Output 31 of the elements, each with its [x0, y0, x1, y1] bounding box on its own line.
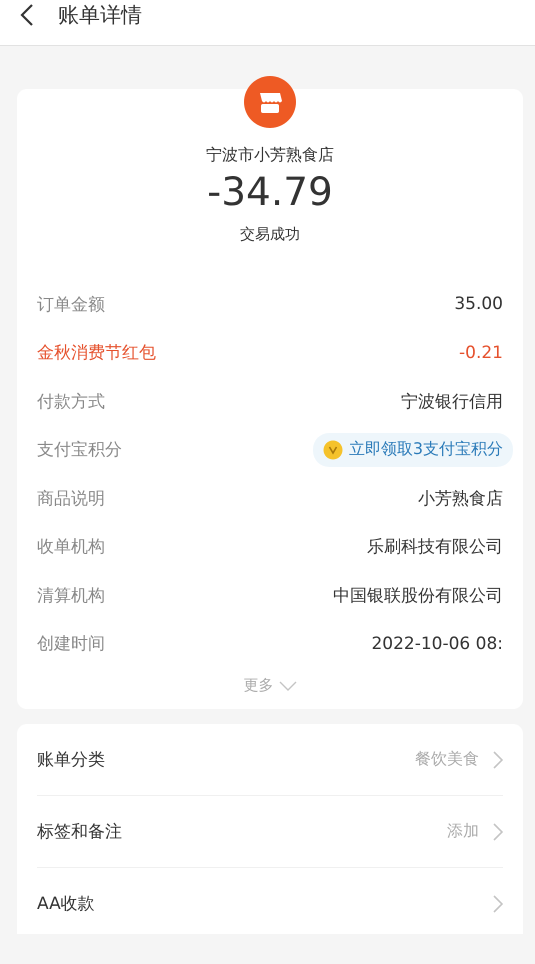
detail-label: 清算机构: [37, 584, 105, 607]
detail-label: 金秋消费节红包: [37, 342, 156, 364]
status-text: 交易成功: [240, 225, 300, 244]
chevron-right-icon: [493, 894, 503, 912]
page-title: 账单详情: [58, 2, 142, 28]
row-value: 餐饮美食: [415, 749, 479, 770]
detail-label: 订单金额: [37, 294, 105, 316]
detail-label: 支付宝积分: [37, 439, 122, 462]
settings-row[interactable]: 账单分类 餐饮美食: [37, 724, 503, 796]
detail-label: 收单机构: [37, 536, 105, 558]
detail-value: 35.00: [454, 294, 503, 314]
merchant-name: 宁波市小芳熟食店: [206, 145, 334, 166]
detail-value: 宁波银行信用: [401, 390, 503, 413]
row-value: 添加: [447, 821, 479, 842]
detail-label: 付款方式: [37, 390, 105, 413]
detail-value: -0.21: [459, 342, 503, 363]
settings-row[interactable]: 标签和备注 添加: [37, 796, 503, 868]
detail-value: 2022-10-06 08:: [371, 634, 503, 654]
detail-label: 商品说明: [37, 488, 105, 510]
detail-value: 中国银联股份有限公司: [333, 584, 503, 607]
detail-value: 小芳熟食店: [418, 488, 503, 510]
coin-icon: [322, 440, 343, 460]
chevron-right-icon: [493, 822, 503, 840]
back-button[interactable]: [20, 2, 34, 26]
detail-label: 创建时间: [37, 633, 105, 656]
points-button[interactable]: 立即领取3支付宝积分: [312, 432, 513, 467]
amount: -34.79: [207, 170, 333, 215]
detail-value: 乐刷科技有限公司: [367, 536, 503, 558]
chevron-right-icon: [493, 750, 503, 768]
settings-row[interactable]: AA收款: [37, 868, 503, 934]
chevron-down-icon: [278, 680, 296, 690]
